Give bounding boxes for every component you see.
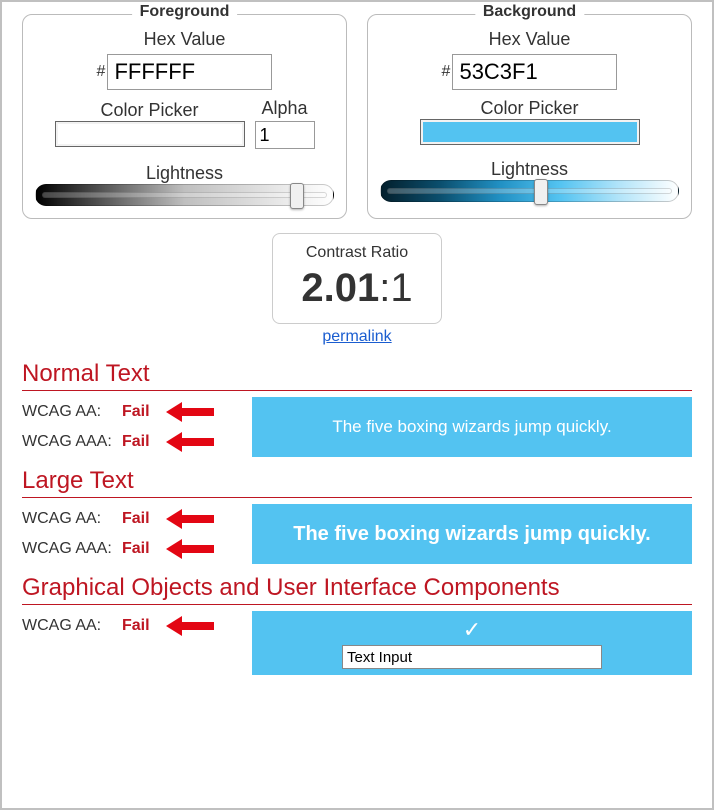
bg-lightness-slider[interactable] [380, 180, 679, 202]
ui-aa-status: Fail [122, 617, 160, 635]
contrast-ratio-box: Contrast Ratio 2.01:1 [272, 233, 442, 324]
section-large-title: Large Text [22, 467, 692, 498]
bg-color-picker-label: Color Picker [420, 98, 640, 119]
arrow-left-icon [166, 402, 214, 422]
bg-color-swatch[interactable] [420, 119, 640, 145]
normal-aa-status: Fail [122, 403, 160, 421]
normal-aaa-status: Fail [122, 433, 160, 451]
contrast-ratio-label: Contrast Ratio [281, 244, 433, 262]
normal-aa-label: WCAG AA: [22, 403, 122, 421]
background-title: Background [475, 3, 584, 21]
bg-lightness-label: Lightness [380, 159, 679, 180]
hash-icon: # [442, 63, 451, 81]
bg-hex-input[interactable] [452, 54, 617, 90]
normal-criteria: WCAG AA: Fail WCAG AAA: Fail [22, 397, 252, 457]
section-normal-title: Normal Text [22, 360, 692, 391]
large-criteria: WCAG AA: Fail WCAG AAA: Fail [22, 504, 252, 564]
large-aaa-status: Fail [122, 540, 160, 558]
arrow-left-icon [166, 616, 214, 636]
arrow-left-icon [166, 539, 214, 559]
ui-criteria: WCAG AA: Fail [22, 611, 252, 675]
fg-hex-label: Hex Value [35, 29, 334, 50]
hash-icon: # [97, 63, 106, 81]
large-aa-status: Fail [122, 510, 160, 528]
normal-aaa-label: WCAG AAA: [22, 433, 122, 451]
foreground-panel: Foreground Hex Value # Color Picker Alph… [22, 14, 347, 219]
large-aaa-label: WCAG AAA: [22, 540, 122, 558]
fg-alpha-label: Alpha [255, 98, 315, 119]
ui-aa-label: WCAG AA: [22, 617, 122, 635]
fg-lightness-slider[interactable] [35, 184, 334, 206]
large-sample: The five boxing wizards jump quickly. [252, 504, 692, 564]
demo-text-input[interactable] [342, 645, 602, 669]
section-ui-title: Graphical Objects and User Interface Com… [22, 574, 692, 605]
arrow-left-icon [166, 432, 214, 452]
ui-sample: ✓ [252, 611, 692, 675]
bg-hex-label: Hex Value [380, 29, 679, 50]
fg-color-swatch[interactable] [55, 121, 245, 147]
slider-groove [387, 188, 672, 194]
permalink-link[interactable]: permalink [322, 328, 391, 345]
contrast-ratio-value: 2.01:1 [281, 266, 433, 311]
normal-sample: The five boxing wizards jump quickly. [252, 397, 692, 457]
fg-color-picker-label: Color Picker [55, 100, 245, 121]
fg-hex-input[interactable] [107, 54, 272, 90]
fg-lightness-label: Lightness [35, 163, 334, 184]
slider-thumb[interactable] [534, 179, 548, 205]
check-icon: ✓ [463, 617, 481, 643]
slider-thumb[interactable] [290, 183, 304, 209]
arrow-left-icon [166, 509, 214, 529]
fg-alpha-input[interactable] [255, 121, 315, 149]
large-aa-label: WCAG AA: [22, 510, 122, 528]
background-panel: Background Hex Value # Color Picker Ligh… [367, 14, 692, 219]
foreground-title: Foreground [132, 3, 238, 21]
slider-groove [42, 192, 327, 198]
